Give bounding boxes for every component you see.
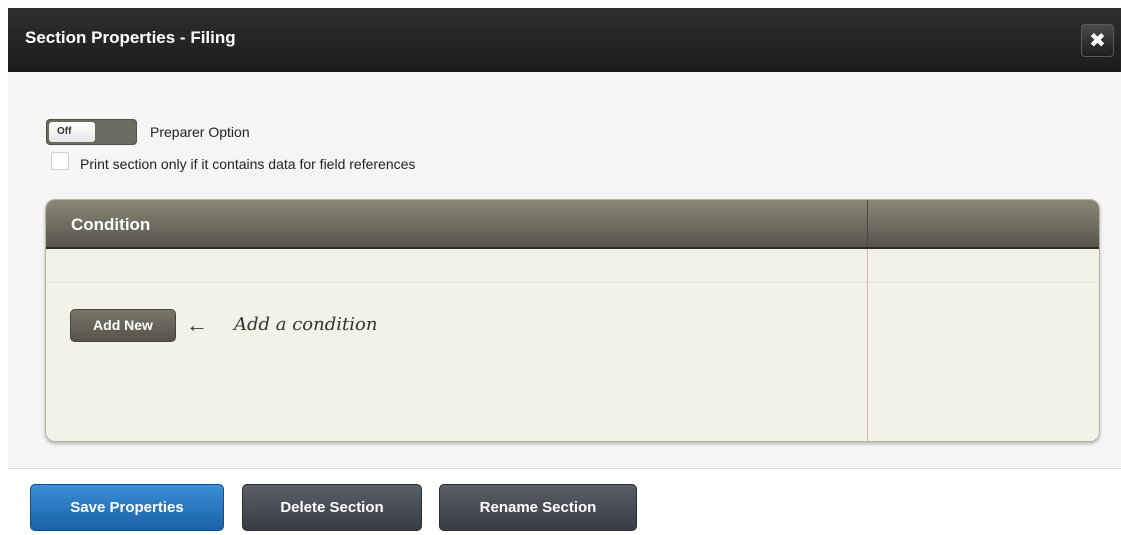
save-properties-button[interactable]: Save Properties [30,484,224,531]
print-section-label: Print section only if it contains data f… [80,156,416,172]
add-new-condition-button[interactable]: Add New [70,309,176,342]
dialog-footer: Save Properties Delete Section Rename Se… [8,468,1121,535]
rename-section-button[interactable]: Rename Section [439,484,637,531]
preparer-option-label: Preparer Option [150,124,250,140]
header-column-divider [867,200,868,247]
preparer-option-toggle[interactable]: Off [46,119,137,145]
delete-section-button[interactable]: Delete Section [242,484,422,531]
notebook-rule-line [46,282,1099,283]
add-condition-hint: Add a condition [234,314,378,335]
condition-panel: Condition Add New ← Add a condition [45,199,1100,442]
condition-header-title: Condition [71,215,151,234]
close-button[interactable]: ✖ [1081,24,1114,57]
notebook-margin-line [867,249,868,441]
dialog-titlebar: Section Properties - Filing ✖ [8,8,1121,72]
toggle-state-label: Off [49,122,95,142]
print-section-checkbox[interactable] [51,152,69,170]
left-arrow-icon: ← [186,312,208,337]
dialog-title: Section Properties - Filing [25,28,236,47]
condition-panel-header: Condition [46,200,1099,249]
section-properties-dialog: Section Properties - Filing ✖ Off Prepar… [8,8,1121,535]
close-icon: ✖ [1089,30,1106,52]
dialog-body: Off Preparer Option Print section only i… [8,72,1121,468]
